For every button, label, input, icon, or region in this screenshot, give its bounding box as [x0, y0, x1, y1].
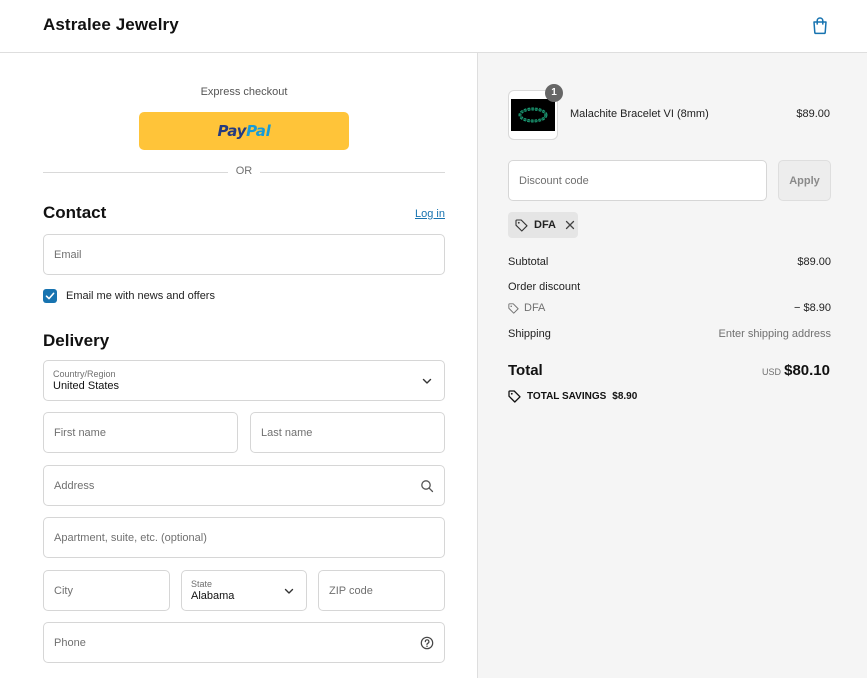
- email-field[interactable]: Email: [43, 234, 445, 275]
- total-currency: USD: [761, 367, 781, 377]
- product-price: $89.00: [796, 108, 830, 120]
- shipping-value: Enter shipping address: [718, 328, 831, 340]
- apartment-placeholder: Apartment, suite, etc. (optional): [54, 532, 207, 544]
- city-placeholder: City: [54, 585, 73, 597]
- or-text: OR: [227, 165, 261, 177]
- discount-placeholder: Discount code: [519, 175, 589, 187]
- state-select[interactable]: State Alabama: [181, 570, 307, 611]
- search-icon: [421, 480, 434, 493]
- paypal-logo: PayPal: [217, 122, 271, 140]
- apartment-field[interactable]: Apartment, suite, etc. (optional): [43, 517, 445, 558]
- country-value: United States: [53, 380, 120, 392]
- total-label: Total: [508, 362, 543, 379]
- discount-value: − $8.90: [793, 302, 831, 314]
- subtotal-value: $89.00: [797, 256, 831, 268]
- newsletter-option[interactable]: Email me with news and offers: [43, 288, 215, 304]
- country-label: Country/Region: [53, 369, 116, 379]
- email-placeholder: Email: [54, 249, 82, 261]
- applied-code: DFA: [534, 219, 556, 231]
- shipping-row: Shipping Enter shipping address: [508, 328, 831, 340]
- express-checkout-label: Express checkout: [200, 86, 288, 98]
- login-link[interactable]: Log in: [415, 208, 445, 220]
- total-savings-row: TOTAL SAVINGS $8.90: [508, 390, 637, 403]
- header: Astralee Jewelry: [0, 0, 867, 53]
- savings-value: $8.90: [612, 391, 638, 402]
- tag-icon: [508, 390, 521, 403]
- state-label: State: [191, 579, 213, 589]
- shopping-bag-icon[interactable]: [810, 15, 830, 35]
- store-brand[interactable]: Astralee Jewelry: [43, 15, 179, 35]
- bracelet-image: [518, 107, 548, 123]
- first-name-placeholder: First name: [54, 427, 106, 439]
- total-amount: $80.10: [784, 362, 830, 379]
- shipping-label: Shipping: [508, 328, 551, 340]
- subtotal-row: Subtotal $89.00: [508, 256, 831, 268]
- contact-title: Contact: [43, 203, 107, 222]
- discount-code-row: DFA − $8.90: [508, 302, 831, 317]
- last-name-field[interactable]: Last name: [250, 412, 445, 453]
- close-icon[interactable]: [565, 220, 575, 230]
- or-divider: OR: [43, 165, 445, 179]
- last-name-placeholder: Last name: [261, 427, 313, 439]
- first-name-field[interactable]: First name: [43, 412, 238, 453]
- newsletter-label: Email me with news and offers: [66, 290, 215, 302]
- savings-label: TOTAL SAVINGS: [527, 391, 607, 402]
- quantity-badge: 1: [545, 84, 563, 102]
- subtotal-label: Subtotal: [508, 256, 549, 268]
- phone-field[interactable]: Phone: [43, 622, 445, 663]
- newsletter-checkbox[interactable]: [43, 289, 57, 303]
- discount-code-label: DFA: [524, 302, 546, 314]
- order-discount-label: Order discount: [508, 281, 581, 293]
- apply-button[interactable]: Apply: [778, 160, 831, 201]
- phone-placeholder: Phone: [54, 637, 86, 649]
- discount-code-field[interactable]: Discount code: [508, 160, 767, 201]
- state-value: Alabama: [191, 590, 235, 602]
- applied-discount-chip: DFA: [508, 212, 578, 238]
- zip-field[interactable]: ZIP code: [318, 570, 445, 611]
- country-select[interactable]: Country/Region United States: [43, 360, 445, 401]
- tag-icon: [515, 218, 528, 232]
- order-summary: 1 Malachite Bracelet VI (8mm) $89.00 Dis…: [477, 53, 867, 678]
- paypal-button[interactable]: PayPal: [139, 112, 349, 150]
- address-placeholder: Address: [54, 480, 95, 492]
- chevron-down-icon: [422, 378, 432, 384]
- check-icon: [45, 292, 55, 300]
- delivery-title: Delivery: [43, 331, 110, 350]
- chevron-down-icon: [284, 588, 294, 594]
- city-field[interactable]: City: [43, 570, 170, 611]
- zip-placeholder: ZIP code: [329, 585, 373, 597]
- address-field[interactable]: Address: [43, 465, 445, 506]
- tag-icon: [508, 302, 519, 314]
- checkout-form: Express checkout PayPal OR Contact Log i…: [0, 53, 477, 678]
- product-name: Malachite Bracelet VI (8mm): [570, 108, 709, 120]
- order-discount-row: Order discount: [508, 281, 831, 293]
- help-circle-icon[interactable]: [420, 636, 434, 650]
